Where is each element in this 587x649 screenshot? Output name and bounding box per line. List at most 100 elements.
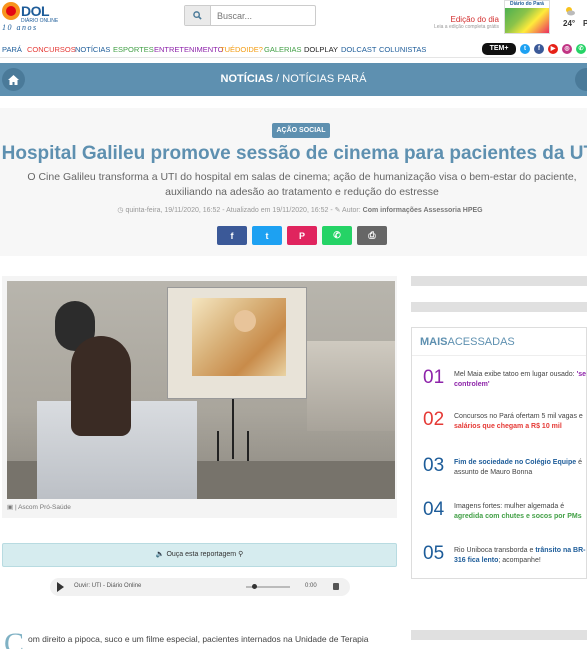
nav-item-concursos[interactable]: CONCURSOS [27, 45, 76, 54]
play-icon[interactable] [57, 582, 64, 592]
nav-item-dolcast[interactable]: DOLCAST [341, 45, 376, 54]
share-facebook-button[interactable]: f [217, 226, 247, 245]
photo-caption: ▣ | Ascom Pró-Saúde [7, 503, 71, 511]
most-read-number: 03 [423, 455, 445, 476]
most-read-item[interactable]: 01 Mel Maia exibe tatoo em lugar ousado: … [418, 366, 586, 406]
section-bar: NOTÍCIAS / NOTÍCIAS PARÁ [0, 63, 587, 96]
most-read-number: 05 [423, 543, 445, 564]
photo-credit: | Ascom Pró-Saúde [14, 504, 71, 511]
most-read-text-pre: Mel Maia exibe tatoo em lugar ousado: [454, 371, 577, 378]
most-read-text: Fim de sociedade no Colégio Equipe é ass… [454, 458, 586, 477]
listen-label: Ouça esta reportagem [166, 551, 237, 558]
whatsapp-icon[interactable]: ✆ [576, 44, 586, 54]
author-prefix: Autor: [342, 207, 361, 214]
weather-temp: 24° [563, 19, 576, 28]
most-read-text-pre: Rio Uniboca transborda e [454, 547, 536, 554]
listen-bar[interactable]: 🔈 Ouça esta reportagem ⚲ [2, 543, 397, 567]
article-subtitle: O Cine Galileu transforma a UTI do hospi… [27, 171, 577, 198]
facebook-icon: f [230, 230, 234, 241]
sidebar-placeholder [411, 302, 587, 312]
most-read-item[interactable]: 05 Rio Uniboca transborda e trânsito na B… [418, 542, 586, 578]
weather-icon [566, 7, 575, 16]
twitter-icon[interactable]: t [520, 44, 530, 54]
share-twitter-button[interactable]: t [252, 226, 282, 245]
share-pinterest-button[interactable]: P [287, 226, 317, 245]
tem-plus-button[interactable]: TEM+ [482, 43, 516, 55]
section-title: NOTÍCIAS / NOTÍCIAS PARÁ [0, 63, 587, 96]
photo-bed-right [307, 341, 395, 431]
newspaper-thumbnail[interactable]: Diário do Pará [504, 0, 550, 34]
article-body: C om direito a pipoca, suco e um filme e… [4, 629, 399, 649]
player-source: UTI - Diário Online [91, 583, 142, 589]
body-paragraph: om direito a pipoca, suco e um filme esp… [28, 634, 369, 644]
most-read-text: Rio Uniboca transborda e trânsito na BR-… [454, 546, 586, 565]
instagram-icon[interactable]: ◎ [562, 44, 572, 54]
photo-patient [71, 336, 131, 436]
edition-title: Edição do dia [450, 15, 499, 24]
photo-film-frame [192, 298, 286, 376]
most-read-highlight: agredida com chutes e socos por PMs [454, 512, 582, 520]
section-separator: / [273, 73, 283, 85]
share-whatsapp-button[interactable]: ✆ [322, 226, 352, 245]
most-read-number: 02 [423, 409, 445, 430]
nav-item-esportes[interactable]: ESPORTES [113, 45, 154, 54]
most-read-heading-bold: MAIS [420, 336, 448, 348]
photo-projection-screen [167, 287, 307, 399]
most-read-text: Mel Maia exibe tatoo em lugar ousado: 's… [454, 370, 586, 389]
audio-player: Ouvir: UTI - Diário Online 0:00 [50, 578, 350, 596]
youtube-icon[interactable]: ▶ [548, 44, 558, 54]
most-read-text-pre: Imagens fortes: mulher algemada é [454, 503, 565, 510]
player-seek-handle[interactable] [252, 584, 257, 589]
most-read-divider [412, 355, 586, 356]
top-bar: DOL DIÁRIO ONLINE 10 anos Edição do dia … [0, 0, 587, 38]
speaker-icon: 🔈 [155, 551, 167, 558]
photo-tripod-legs [217, 431, 249, 461]
logo-years: 10 anos [2, 23, 38, 32]
most-read-item[interactable]: 04 Imagens fortes: mulher algemada é agre… [418, 498, 586, 538]
logo-name: DOL [21, 3, 50, 19]
updated-date: Atualizado em 19/11/2020, 16:52 [226, 207, 329, 214]
nav-item-galerias[interactable]: GALERIAS [264, 45, 302, 54]
most-read-number: 01 [423, 367, 445, 388]
search-input[interactable] [217, 8, 312, 23]
nav-item-entretenimento[interactable]: ENTRETENIMENTO [154, 45, 223, 54]
search-icon [193, 11, 202, 20]
clock-icon: ◷ [117, 207, 124, 214]
player-label: Ouvir: UTI - Diário Online [74, 583, 141, 589]
sidebar-placeholder [411, 630, 587, 640]
most-read-box: MAISACESSADAS 01 Mel Maia exibe tatoo em … [411, 327, 587, 579]
sidebar-placeholder [411, 276, 587, 286]
nav-item-tuedoide[interactable]: TUÉDOIDE? [220, 45, 263, 54]
print-button[interactable]: ⎙ [357, 226, 387, 245]
section-primary[interactable]: NOTÍCIAS [221, 73, 274, 85]
volume-icon[interactable] [333, 583, 339, 590]
most-read-text: Imagens fortes: mulher algemada é agredi… [454, 502, 586, 521]
player-prefix: Ouvir: [74, 583, 91, 589]
pinterest-icon: P [298, 230, 305, 241]
nav-item-colunistas[interactable]: COLUNISTAS [379, 45, 426, 54]
nav-item-noticias[interactable]: NOTÍCIAS [75, 45, 110, 54]
most-read-item[interactable]: 02 Concursos no Pará ofertam 5 mil vagas … [418, 408, 586, 448]
pin-icon: ⚲ [236, 551, 244, 558]
section-secondary[interactable]: NOTÍCIAS PARÁ [282, 73, 366, 85]
home-button[interactable] [2, 68, 25, 91]
camera-icon: ▣ [7, 504, 15, 511]
drop-cap: C [4, 629, 25, 649]
home-icon [8, 74, 19, 85]
dol-logo[interactable]: DOL DIÁRIO ONLINE 10 anos [2, 2, 62, 34]
nav-item-para[interactable]: PARÁ [2, 45, 22, 54]
edition-link[interactable]: Edição do dia Leia a edição completa grá… [434, 15, 499, 30]
edition-subtitle: Leia a edição completa grátis [433, 24, 499, 30]
facebook-icon[interactable]: f [534, 44, 544, 54]
article-tag[interactable]: AÇÃO SOCIAL [272, 123, 330, 138]
most-read-text-pre: Concursos no Pará ofertam 5 mil vagas e [454, 413, 583, 420]
most-read-item[interactable]: 03 Fim de sociedade no Colégio Equipe é a… [418, 454, 586, 494]
photo-card: ▣ | Ascom Pró-Saúde [2, 276, 397, 518]
article-photo[interactable] [7, 281, 395, 499]
logo-mark-icon [2, 2, 20, 20]
most-read-highlight: salários que chegam a R$ 10 mil [454, 422, 562, 430]
search-button[interactable] [185, 6, 211, 25]
article-title: Hospital Galileu promove sessão de cinem… [1, 143, 587, 164]
player-time: 0:00 [305, 583, 317, 589]
nav-item-dolplay[interactable]: DOLPLAY [304, 45, 338, 54]
